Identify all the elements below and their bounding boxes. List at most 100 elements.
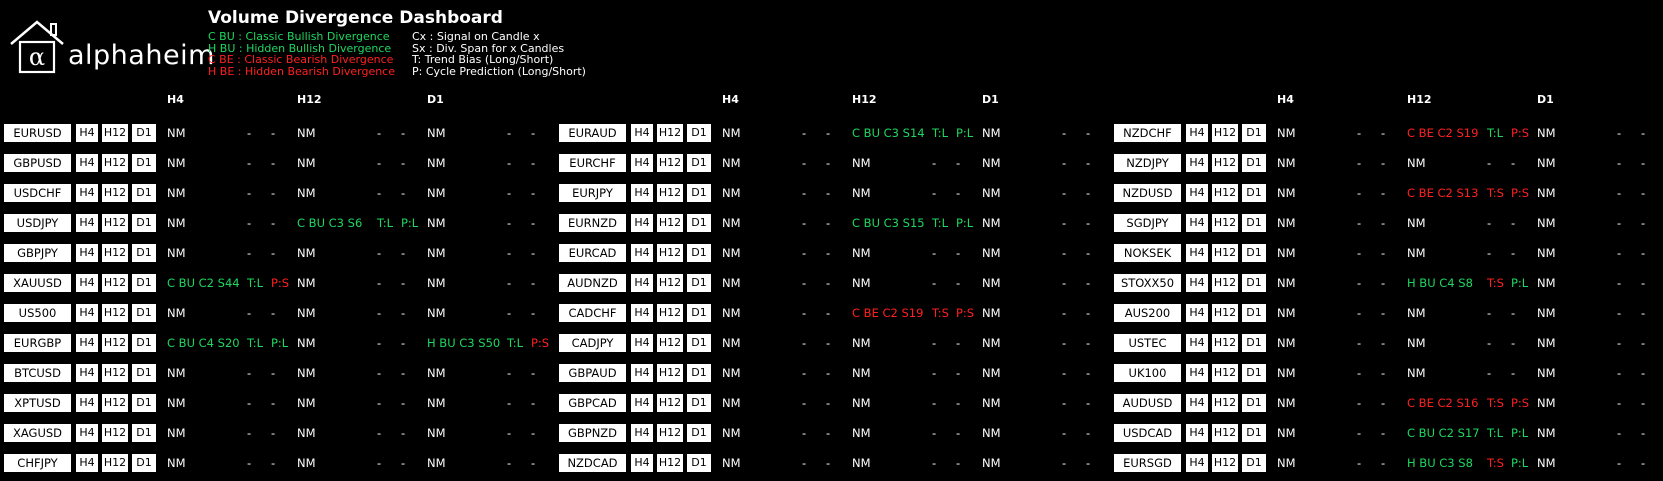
timeframe-button-h12[interactable]: H12 xyxy=(1212,394,1238,412)
timeframe-button-h12[interactable]: H12 xyxy=(102,454,128,472)
timeframe-button-h12[interactable]: H12 xyxy=(657,214,683,232)
timeframe-button-d1[interactable]: D1 xyxy=(1242,394,1266,412)
symbol-button[interactable]: CADCHF xyxy=(559,304,626,322)
symbol-button[interactable]: USDJPY xyxy=(4,214,71,232)
symbol-button[interactable]: EURNZD xyxy=(559,214,626,232)
timeframe-button-d1[interactable]: D1 xyxy=(687,454,711,472)
timeframe-button-h4[interactable]: H4 xyxy=(76,274,98,292)
symbol-button[interactable]: SGDJPY xyxy=(1114,214,1181,232)
timeframe-button-d1[interactable]: D1 xyxy=(1242,244,1266,262)
timeframe-button-d1[interactable]: D1 xyxy=(1242,154,1266,172)
timeframe-button-h4[interactable]: H4 xyxy=(76,154,98,172)
timeframe-button-d1[interactable]: D1 xyxy=(1242,424,1266,442)
timeframe-button-h12[interactable]: H12 xyxy=(657,364,683,382)
timeframe-button-h12[interactable]: H12 xyxy=(102,364,128,382)
timeframe-button-d1[interactable]: D1 xyxy=(687,244,711,262)
timeframe-button-h12[interactable]: H12 xyxy=(1212,124,1238,142)
symbol-button[interactable]: CHFJPY xyxy=(4,454,71,472)
symbol-button[interactable]: GBPJPY xyxy=(4,244,71,262)
timeframe-button-h12[interactable]: H12 xyxy=(102,154,128,172)
timeframe-button-h4[interactable]: H4 xyxy=(631,334,653,352)
timeframe-button-h4[interactable]: H4 xyxy=(1186,124,1208,142)
timeframe-button-d1[interactable]: D1 xyxy=(1242,454,1266,472)
timeframe-button-d1[interactable]: D1 xyxy=(1242,364,1266,382)
symbol-button[interactable]: NZDCHF xyxy=(1114,124,1181,142)
symbol-button[interactable]: CADJPY xyxy=(559,334,626,352)
timeframe-button-d1[interactable]: D1 xyxy=(687,304,711,322)
timeframe-button-d1[interactable]: D1 xyxy=(132,304,156,322)
symbol-button[interactable]: UK100 xyxy=(1114,364,1181,382)
timeframe-button-h12[interactable]: H12 xyxy=(102,394,128,412)
timeframe-button-h4[interactable]: H4 xyxy=(1186,304,1208,322)
timeframe-button-d1[interactable]: D1 xyxy=(687,274,711,292)
symbol-button[interactable]: AUDNZD xyxy=(559,274,626,292)
symbol-button[interactable]: AUS200 xyxy=(1114,304,1181,322)
timeframe-button-d1[interactable]: D1 xyxy=(1242,124,1266,142)
timeframe-button-h4[interactable]: H4 xyxy=(631,214,653,232)
timeframe-button-h12[interactable]: H12 xyxy=(657,154,683,172)
timeframe-button-h4[interactable]: H4 xyxy=(1186,214,1208,232)
symbol-button[interactable]: GBPNZD xyxy=(559,424,626,442)
timeframe-button-h4[interactable]: H4 xyxy=(631,154,653,172)
timeframe-button-h4[interactable]: H4 xyxy=(631,424,653,442)
timeframe-button-d1[interactable]: D1 xyxy=(687,364,711,382)
timeframe-button-h4[interactable]: H4 xyxy=(1186,394,1208,412)
timeframe-button-h4[interactable]: H4 xyxy=(76,244,98,262)
timeframe-button-d1[interactable]: D1 xyxy=(1242,304,1266,322)
timeframe-button-h12[interactable]: H12 xyxy=(657,124,683,142)
symbol-button[interactable]: AUDUSD xyxy=(1114,394,1181,412)
timeframe-button-d1[interactable]: D1 xyxy=(132,124,156,142)
symbol-button[interactable]: EURCHF xyxy=(559,154,626,172)
timeframe-button-h12[interactable]: H12 xyxy=(102,334,128,352)
symbol-button[interactable]: NOKSEK xyxy=(1114,244,1181,262)
timeframe-button-h12[interactable]: H12 xyxy=(102,214,128,232)
timeframe-button-d1[interactable]: D1 xyxy=(132,244,156,262)
timeframe-button-h4[interactable]: H4 xyxy=(631,184,653,202)
symbol-button[interactable]: XAGUSD xyxy=(4,424,71,442)
symbol-button[interactable]: NZDCAD xyxy=(559,454,626,472)
timeframe-button-h4[interactable]: H4 xyxy=(1186,454,1208,472)
timeframe-button-h12[interactable]: H12 xyxy=(1212,424,1238,442)
timeframe-button-h12[interactable]: H12 xyxy=(1212,364,1238,382)
timeframe-button-d1[interactable]: D1 xyxy=(687,124,711,142)
timeframe-button-d1[interactable]: D1 xyxy=(1242,214,1266,232)
timeframe-button-h12[interactable]: H12 xyxy=(1212,244,1238,262)
timeframe-button-h4[interactable]: H4 xyxy=(76,304,98,322)
timeframe-button-d1[interactable]: D1 xyxy=(687,394,711,412)
timeframe-button-h12[interactable]: H12 xyxy=(1212,304,1238,322)
timeframe-button-h4[interactable]: H4 xyxy=(1186,364,1208,382)
symbol-button[interactable]: EURAUD xyxy=(559,124,626,142)
timeframe-button-h12[interactable]: H12 xyxy=(102,244,128,262)
timeframe-button-h4[interactable]: H4 xyxy=(631,364,653,382)
timeframe-button-d1[interactable]: D1 xyxy=(132,394,156,412)
timeframe-button-h12[interactable]: H12 xyxy=(1212,454,1238,472)
timeframe-button-h4[interactable]: H4 xyxy=(631,394,653,412)
timeframe-button-h4[interactable]: H4 xyxy=(1186,424,1208,442)
timeframe-button-d1[interactable]: D1 xyxy=(687,154,711,172)
timeframe-button-d1[interactable]: D1 xyxy=(132,274,156,292)
timeframe-button-d1[interactable]: D1 xyxy=(1242,184,1266,202)
symbol-button[interactable]: USTEC xyxy=(1114,334,1181,352)
symbol-button[interactable]: EURSGD xyxy=(1114,454,1181,472)
timeframe-button-d1[interactable]: D1 xyxy=(1242,334,1266,352)
timeframe-button-h12[interactable]: H12 xyxy=(102,274,128,292)
symbol-button[interactable]: EURCAD xyxy=(559,244,626,262)
symbol-button[interactable]: GBPUSD xyxy=(4,154,71,172)
timeframe-button-h12[interactable]: H12 xyxy=(1212,154,1238,172)
timeframe-button-h12[interactable]: H12 xyxy=(1212,274,1238,292)
timeframe-button-h4[interactable]: H4 xyxy=(631,454,653,472)
timeframe-button-h12[interactable]: H12 xyxy=(657,274,683,292)
timeframe-button-d1[interactable]: D1 xyxy=(132,334,156,352)
symbol-button[interactable]: EURUSD xyxy=(4,124,71,142)
symbol-button[interactable]: NZDJPY xyxy=(1114,154,1181,172)
symbol-button[interactable]: XPTUSD xyxy=(4,394,71,412)
symbol-button[interactable]: XAUUSD xyxy=(4,274,71,292)
timeframe-button-h4[interactable]: H4 xyxy=(1186,244,1208,262)
timeframe-button-h4[interactable]: H4 xyxy=(76,454,98,472)
symbol-button[interactable]: STOXX50 xyxy=(1114,274,1181,292)
symbol-button[interactable]: EURJPY xyxy=(559,184,626,202)
timeframe-button-h4[interactable]: H4 xyxy=(631,124,653,142)
symbol-button[interactable]: US500 xyxy=(4,304,71,322)
timeframe-button-d1[interactable]: D1 xyxy=(687,214,711,232)
timeframe-button-d1[interactable]: D1 xyxy=(132,214,156,232)
